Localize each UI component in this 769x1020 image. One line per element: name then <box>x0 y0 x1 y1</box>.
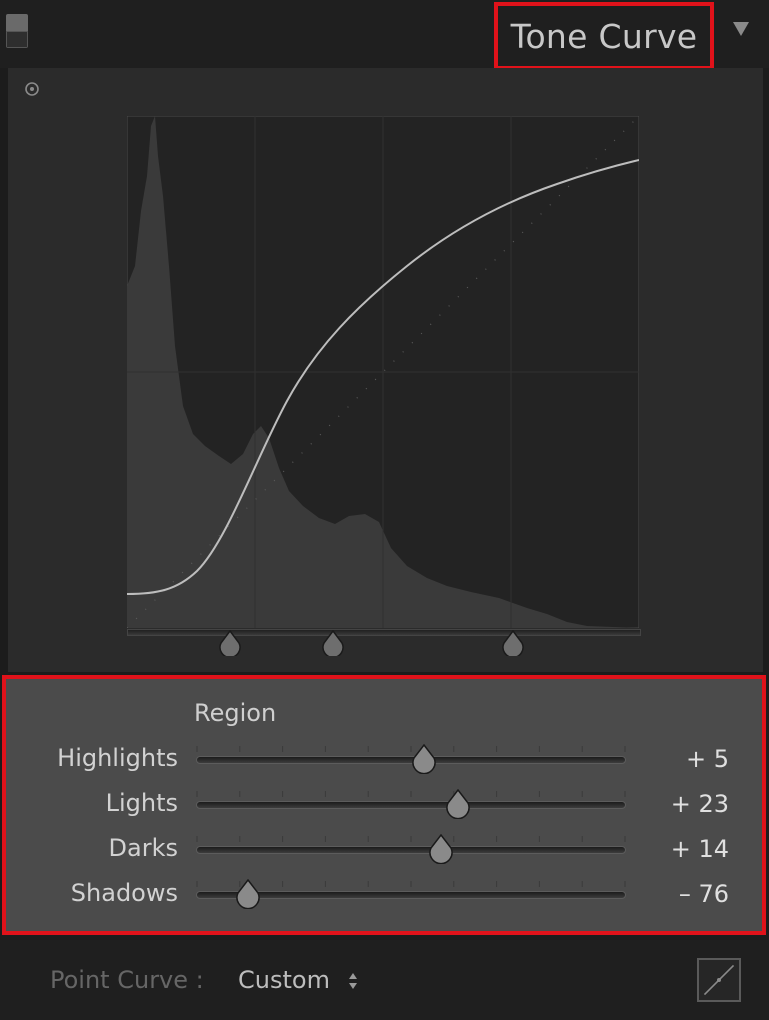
edit-point-curve-icon[interactable] <box>697 958 741 1002</box>
slider-value-shadows[interactable]: – 76 <box>679 880 729 908</box>
split-point-handle[interactable] <box>500 630 526 656</box>
triangle-down-icon[interactable] <box>733 22 749 36</box>
slider-label-highlights: Highlights <box>57 744 178 772</box>
slider-track-darks[interactable] <box>196 846 626 854</box>
region-split-bar[interactable] <box>127 629 641 636</box>
target-adjust-icon[interactable] <box>24 81 40 97</box>
split-point-handle[interactable] <box>217 630 243 656</box>
slider-thumb-highlights[interactable] <box>410 744 438 774</box>
slider-ticks <box>196 836 626 842</box>
updown-chevron-icon[interactable] <box>348 972 358 990</box>
tone-curve-graph[interactable] <box>127 116 639 628</box>
panel-title-highlight[interactable]: Tone Curve <box>494 2 714 70</box>
slider-thumb-shadows[interactable] <box>234 879 262 909</box>
point-curve-label: Point Curve : <box>50 966 204 994</box>
slider-value-highlights[interactable]: + 5 <box>686 745 729 773</box>
slider-ticks <box>196 791 626 797</box>
slider-value-lights[interactable]: + 23 <box>671 790 729 818</box>
slider-label-lights: Lights <box>105 789 178 817</box>
slider-label-darks: Darks <box>108 834 178 862</box>
region-label: Region <box>194 699 277 727</box>
slider-thumb-darks[interactable] <box>427 834 455 864</box>
panel-title: Tone Curve <box>510 16 698 56</box>
slider-label-shadows: Shadows <box>70 879 178 907</box>
slider-value-darks[interactable]: + 14 <box>671 835 729 863</box>
slider-track-lights[interactable] <box>196 801 626 809</box>
split-point-handle[interactable] <box>320 630 346 656</box>
panel-switch-icon[interactable] <box>6 14 28 48</box>
slider-thumb-lights[interactable] <box>444 789 472 819</box>
point-curve-select[interactable]: Custom <box>238 966 330 994</box>
